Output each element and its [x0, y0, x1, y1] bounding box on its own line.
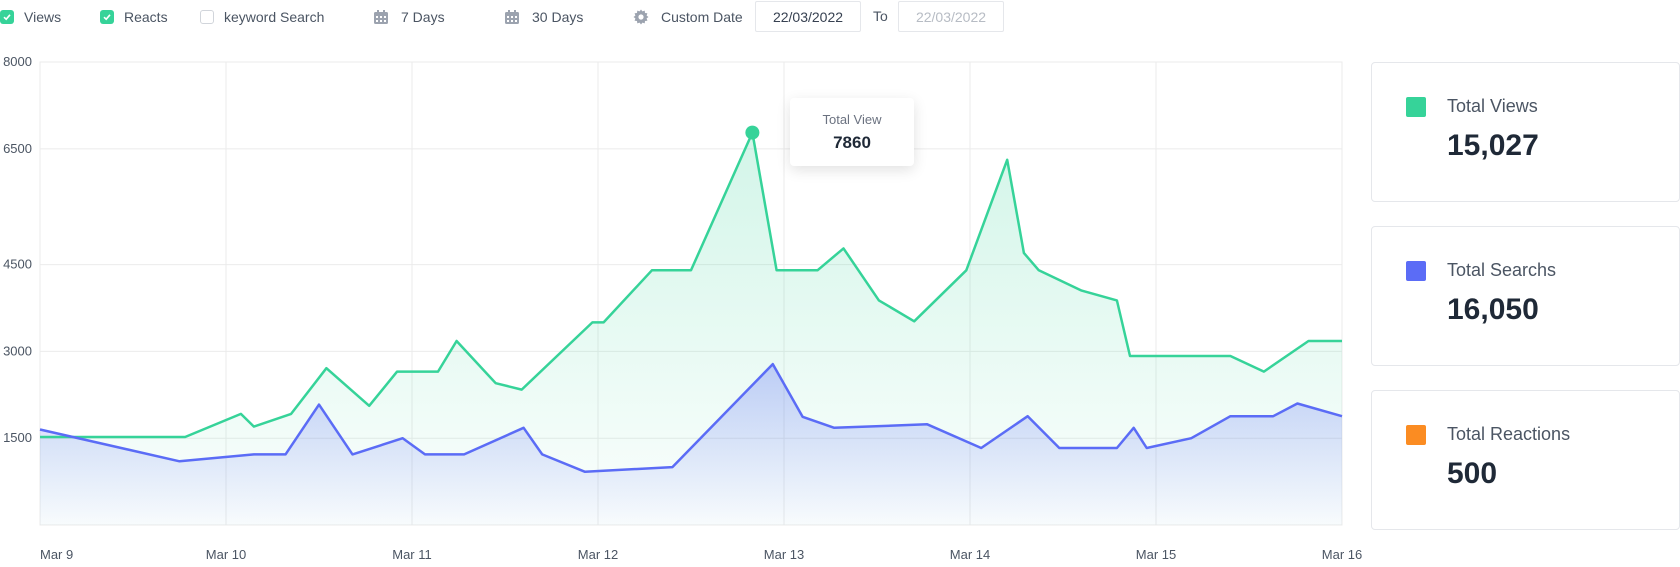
total-reactions-label: Total Reactions [1447, 424, 1571, 444]
y-tick-label: 3000 [3, 343, 32, 358]
reactions-color-swatch [1406, 425, 1426, 445]
views-filter[interactable]: Views [0, 9, 61, 25]
area-chart-svg: 1500 3000 4500 6500 8000 Mar 9 Mar 10 Mar 11 Mar… [3, 54, 1362, 562]
keyword-search-filter-label: keyword Search [224, 9, 325, 25]
total-views-card: Total Views 15,027 [1371, 62, 1680, 202]
custom-date-label: Custom Date [661, 9, 743, 25]
x-tick-label: Mar 9 [40, 547, 73, 562]
x-tick-label: Mar 13 [764, 547, 804, 562]
total-views-label: Total Views [1447, 96, 1538, 116]
x-tick-label: Mar 15 [1136, 547, 1176, 562]
gear-icon [633, 9, 649, 25]
y-tick-label: 8000 [3, 54, 32, 69]
tooltip-value: 7860 [833, 132, 871, 152]
total-searches-value: 16,050 [1447, 293, 1539, 326]
reacts-checkbox[interactable] [100, 10, 114, 24]
range-7-days-label: 7 Days [401, 9, 445, 25]
x-tick-label: Mar 11 [392, 547, 432, 562]
x-tick-label: Mar 10 [206, 547, 246, 562]
x-tick-label: Mar 16 [1322, 547, 1362, 562]
y-tick-label: 1500 [3, 430, 32, 445]
custom-date-option[interactable]: Custom Date [633, 9, 743, 25]
date-to-input[interactable]: 22/03/2022 [898, 1, 1004, 32]
views-checkbox[interactable] [0, 10, 14, 24]
range-30-days[interactable]: 30 Days [504, 9, 583, 25]
total-views-value: 15,027 [1447, 129, 1539, 162]
x-tick-label: Mar 14 [950, 547, 990, 562]
date-from-input[interactable]: 22/03/2022 [755, 1, 861, 32]
chart-tooltip: Total View 7860 [790, 98, 914, 166]
tooltip-label: Total View [822, 111, 882, 127]
searches-color-swatch [1406, 261, 1426, 281]
views-color-swatch [1406, 97, 1426, 117]
filter-toolbar: Views Reacts keyword Search 7 Days 30 Da… [0, 0, 1040, 34]
check-icon [103, 14, 111, 21]
views-filter-label: Views [24, 9, 62, 25]
total-searches-label: Total Searchs [1447, 260, 1557, 280]
total-reactions-card: Total Reactions 500 [1371, 390, 1680, 530]
total-reactions-value: 500 [1447, 457, 1498, 490]
range-30-days-label: 30 Days [532, 9, 584, 25]
analytics-chart: 1500 3000 4500 6500 8000 Mar 9 Mar 10 Mar 11 Mar… [0, 50, 1370, 562]
reacts-filter[interactable]: Reacts [100, 9, 168, 25]
calendar-icon [373, 9, 389, 25]
views-peak-point[interactable] [745, 125, 760, 140]
total-searches-card: Total Searchs 16,050 [1371, 226, 1680, 366]
date-to-label: To [873, 8, 888, 24]
y-tick-label: 6500 [3, 141, 32, 156]
keyword-search-filter[interactable]: keyword Search [200, 9, 324, 25]
range-7-days[interactable]: 7 Days [373, 9, 445, 25]
check-icon [3, 14, 11, 21]
y-tick-label: 4500 [3, 257, 32, 272]
calendar-icon [504, 9, 520, 25]
reacts-filter-label: Reacts [124, 9, 168, 25]
x-tick-label: Mar 12 [578, 547, 618, 562]
keyword-search-checkbox[interactable] [200, 10, 214, 24]
